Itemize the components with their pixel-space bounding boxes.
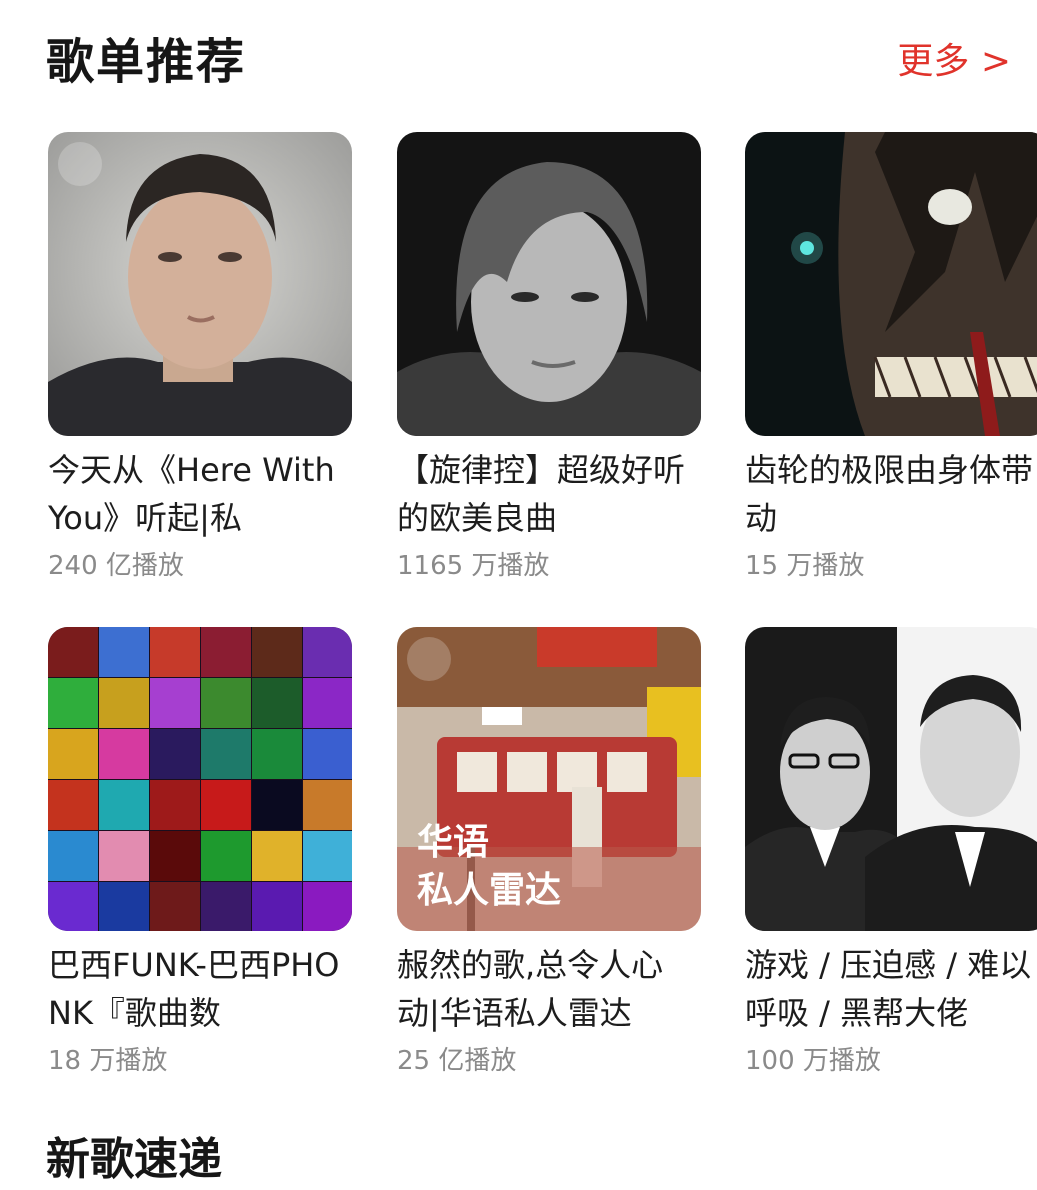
playlist-title[interactable]: 赧然的歌,总令人心动|华语私人雷达 (397, 941, 697, 1037)
playlist-card[interactable]: 巴西FUNK-巴西PHONK『歌曲数 18 万播放 (48, 627, 352, 1081)
playlist-card[interactable]: 齿轮的极限由身体带动 15 万播放 (745, 132, 1037, 586)
cover-overlay-text: 华语 私人雷达 (417, 822, 562, 911)
play-count: 15 万播放 (745, 551, 865, 581)
cover-image (745, 132, 1037, 436)
playlist-grid: 今天从《Here With You》听起|私 240 亿播放 【旋律控】超级好听… (0, 0, 1037, 1147)
playlist-title[interactable]: 【旋律控】超级好听的欧美良曲 (397, 446, 697, 542)
cover-image (397, 132, 701, 436)
playlist-title[interactable]: 今天从《Here With You》听起|私 (48, 446, 348, 542)
play-count: 1165 万播放 (397, 551, 550, 581)
playlist-title[interactable]: 齿轮的极限由身体带动 (745, 446, 1037, 542)
playlist-cover[interactable] (48, 132, 352, 436)
radar-icon (58, 142, 102, 186)
playlist-title[interactable]: 巴西FUNK-巴西PHONK『歌曲数 (48, 941, 348, 1037)
playlist-card[interactable]: 华语 私人雷达 赧然的歌,总令人心动|华语私人雷达 25 亿播放 (397, 627, 701, 1081)
playlist-cover[interactable]: 华语 私人雷达 (397, 627, 701, 931)
cover-image (48, 627, 352, 931)
play-count: 240 亿播放 (48, 551, 184, 581)
playlist-cover[interactable] (397, 132, 701, 436)
next-section-title: 新歌速递 (46, 1134, 222, 1185)
radar-icon (407, 637, 451, 681)
playlist-card[interactable]: 今天从《Here With You》听起|私 240 亿播放 (48, 132, 352, 586)
playlist-cover[interactable] (745, 627, 1037, 931)
play-count: 18 万播放 (48, 1046, 168, 1076)
playlist-cover[interactable] (745, 132, 1037, 436)
playlist-cover[interactable] (48, 627, 352, 931)
cover-image (745, 627, 1037, 931)
playlist-title[interactable]: 游戏 / 压迫感 / 难以呼吸 / 黑帮大佬 (745, 941, 1037, 1037)
play-count: 25 亿播放 (397, 1046, 517, 1076)
play-count: 100 万播放 (745, 1046, 881, 1076)
playlist-card[interactable]: 【旋律控】超级好听的欧美良曲 1165 万播放 (397, 132, 701, 586)
playlist-card[interactable]: 游戏 / 压迫感 / 难以呼吸 / 黑帮大佬 100 万播放 (745, 627, 1037, 1081)
